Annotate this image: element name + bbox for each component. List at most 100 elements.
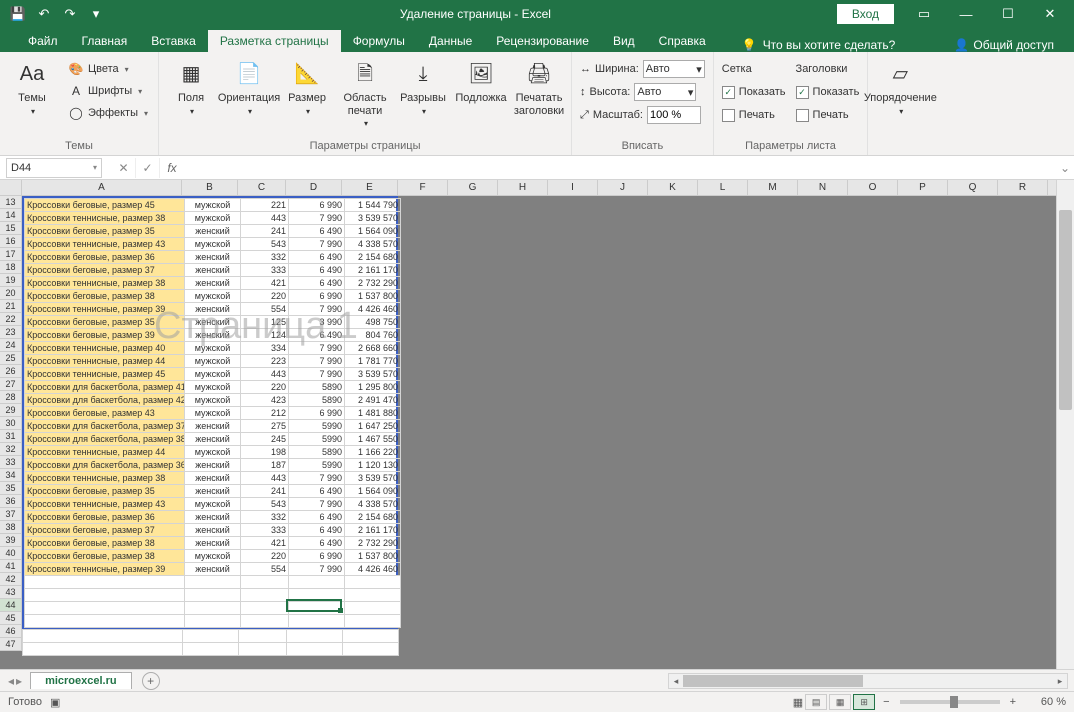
table-row[interactable]: Кроссовки беговые, размер 36женский3326 … — [25, 511, 401, 524]
cell[interactable]: 7 990 — [289, 238, 345, 251]
cell[interactable]: женский — [185, 537, 241, 550]
cell[interactable]: Кроссовки теннисные, размер 40 — [25, 342, 185, 355]
table-row[interactable]: Кроссовки теннисные, размер 45мужской443… — [25, 368, 401, 381]
cell[interactable]: 6 490 — [289, 329, 345, 342]
cell[interactable]: мужской — [185, 381, 241, 394]
cell[interactable]: женский — [185, 420, 241, 433]
row-header[interactable]: 26 — [0, 365, 22, 378]
row-header[interactable]: 14 — [0, 209, 22, 222]
cell[interactable]: 332 — [241, 511, 289, 524]
cell[interactable]: 1 781 770 — [345, 355, 401, 368]
col-header-F[interactable]: F — [398, 180, 448, 195]
table-row[interactable]: Кроссовки беговые, размер 45мужской2216 … — [25, 199, 401, 212]
select-all-corner[interactable] — [0, 180, 22, 196]
row-header[interactable]: 40 — [0, 547, 22, 560]
cell[interactable]: Кроссовки теннисные, размер 44 — [25, 355, 185, 368]
cell[interactable]: 1 295 800 — [345, 381, 401, 394]
cell[interactable] — [345, 602, 401, 615]
themes-button[interactable]: Aa Темы ▾ — [4, 54, 60, 120]
cell[interactable]: 2 154 680 — [345, 511, 401, 524]
expand-formula-bar-icon[interactable]: ⌄ — [1056, 161, 1074, 175]
cell[interactable]: мужской — [185, 394, 241, 407]
col-header-L[interactable]: L — [698, 180, 748, 195]
cell[interactable]: Кроссовки для баскетбола, размер 36 — [25, 459, 185, 472]
cell[interactable]: 6 490 — [289, 264, 345, 277]
sheet-tab[interactable]: microexcel.ru — [30, 672, 132, 689]
hscroll-thumb[interactable] — [683, 675, 863, 687]
table-row[interactable]: Кроссовки беговые, размер 38мужской2206 … — [25, 290, 401, 303]
cell[interactable]: 443 — [241, 368, 289, 381]
cell[interactable]: 333 — [241, 264, 289, 277]
cell[interactable]: 6 490 — [289, 537, 345, 550]
cell[interactable]: 6 490 — [289, 251, 345, 264]
print-area-button[interactable]: 🗎Область печати▾ — [337, 54, 393, 132]
table-row[interactable]: Кроссовки теннисные, размер 38женский421… — [25, 277, 401, 290]
row-header[interactable]: 41 — [0, 560, 22, 573]
row-header[interactable]: 38 — [0, 521, 22, 534]
cell[interactable]: 1 537 800 — [345, 550, 401, 563]
cell[interactable]: 423 — [241, 394, 289, 407]
row-header[interactable]: 27 — [0, 378, 22, 391]
cell[interactable]: Кроссовки беговые, размер 35 — [25, 316, 185, 329]
row-header[interactable]: 34 — [0, 469, 22, 482]
cell[interactable]: мужской — [185, 199, 241, 212]
row-header[interactable]: 47 — [0, 638, 22, 651]
cell[interactable]: 804 760 — [345, 329, 401, 342]
cell[interactable]: 5990 — [289, 459, 345, 472]
row-header[interactable]: 20 — [0, 287, 22, 300]
cell[interactable]: 334 — [241, 342, 289, 355]
cell[interactable] — [23, 630, 183, 643]
horizontal-scrollbar[interactable]: ◂ ▸ — [668, 673, 1068, 689]
row-header[interactable]: 29 — [0, 404, 22, 417]
tab-справка[interactable]: Справка — [647, 30, 718, 52]
cell[interactable]: мужской — [185, 407, 241, 420]
col-header-K[interactable]: K — [648, 180, 698, 195]
cell[interactable]: 4 426 460 — [345, 563, 401, 576]
scale-input[interactable] — [647, 106, 701, 124]
col-header-M[interactable]: M — [748, 180, 798, 195]
table-row[interactable] — [23, 643, 399, 656]
vertical-scrollbar[interactable] — [1056, 180, 1074, 669]
cell[interactable]: женский — [185, 277, 241, 290]
close-icon[interactable]: ✕ — [1030, 0, 1070, 28]
tab-разметка-страницы[interactable]: Разметка страницы — [208, 30, 341, 52]
ribbon-display-icon[interactable]: ▭ — [904, 0, 944, 28]
table-row[interactable]: Кроссовки беговые, размер 38женский4216 … — [25, 537, 401, 550]
cell[interactable]: 7 990 — [289, 355, 345, 368]
cell[interactable] — [183, 630, 239, 643]
cell[interactable] — [185, 615, 241, 628]
col-header-P[interactable]: P — [898, 180, 948, 195]
cell[interactable] — [239, 630, 287, 643]
cell[interactable]: 5990 — [289, 420, 345, 433]
cell[interactable]: 212 — [241, 407, 289, 420]
table-row[interactable] — [25, 602, 401, 615]
add-sheet-button[interactable]: + — [142, 672, 160, 690]
table-row[interactable]: Кроссовки беговые, размер 36женский3326 … — [25, 251, 401, 264]
zoom-in-button[interactable]: + — [1010, 696, 1016, 708]
gridlines-view[interactable]: ✓Показать — [722, 81, 786, 103]
cell[interactable]: Кроссовки теннисные, размер 39 — [25, 303, 185, 316]
cell[interactable] — [241, 576, 289, 589]
cell[interactable] — [25, 589, 185, 602]
macro-record-icon[interactable]: ▣ — [50, 696, 60, 709]
cell[interactable] — [241, 615, 289, 628]
name-box[interactable]: D44▾ — [6, 158, 102, 178]
cell[interactable]: мужской — [185, 368, 241, 381]
table-row[interactable]: Кроссовки беговые, размер 39женский1246 … — [25, 329, 401, 342]
col-header-B[interactable]: B — [182, 180, 238, 195]
orientation-button[interactable]: 📄Ориентация▾ — [221, 54, 277, 120]
cell[interactable] — [287, 630, 343, 643]
hscroll-left-icon[interactable]: ◂ — [669, 674, 683, 688]
cell[interactable]: мужской — [185, 498, 241, 511]
share-button[interactable]: 👤 Общий доступ — [954, 38, 1054, 52]
cell[interactable]: 1 166 220 — [345, 446, 401, 459]
cell[interactable]: 2 161 170 — [345, 264, 401, 277]
table-row[interactable]: Кроссовки теннисные, размер 44мужской223… — [25, 355, 401, 368]
tab-данные[interactable]: Данные — [417, 30, 484, 52]
cell[interactable]: мужской — [185, 290, 241, 303]
tab-вставка[interactable]: Вставка — [139, 30, 208, 52]
table-row[interactable]: Кроссовки теннисные, размер 40мужской334… — [25, 342, 401, 355]
row-header[interactable]: 17 — [0, 248, 22, 261]
cell[interactable]: Кроссовки беговые, размер 35 — [25, 225, 185, 238]
cell[interactable]: Кроссовки теннисные, размер 39 — [25, 563, 185, 576]
